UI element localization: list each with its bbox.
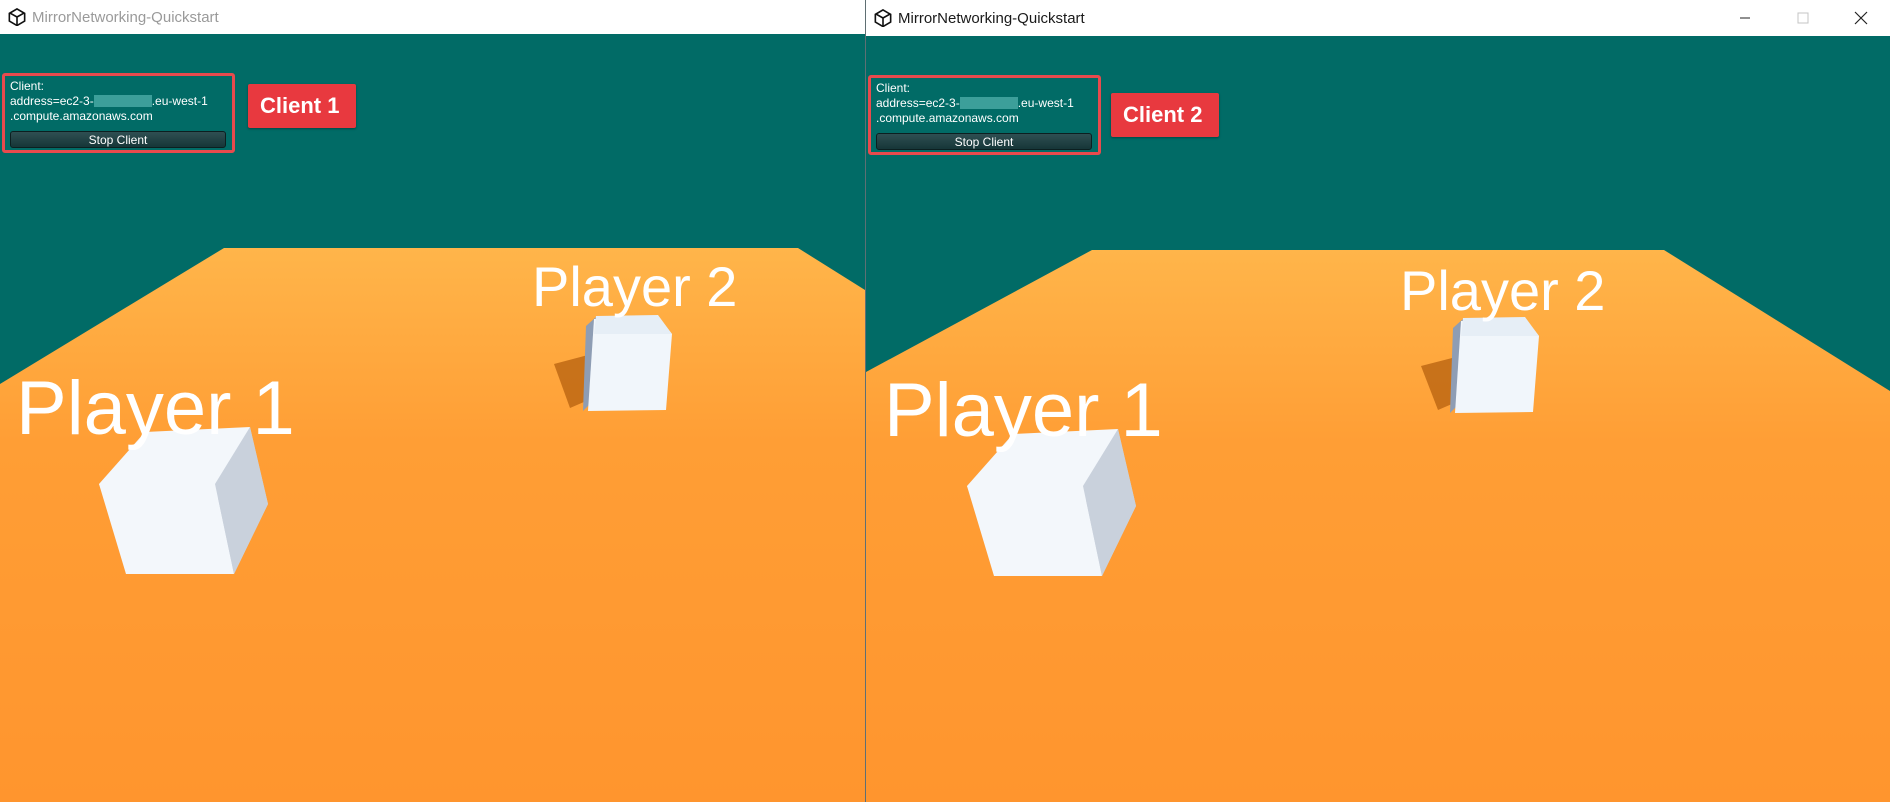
address-line-2: .compute.amazonaws.com xyxy=(876,111,1019,125)
minimize-icon xyxy=(1740,17,1750,19)
title-bar[interactable]: MirrorNetworking-Quickstart xyxy=(0,0,865,34)
unity-icon xyxy=(8,8,26,26)
redacted-address xyxy=(93,95,152,107)
maximize-button[interactable] xyxy=(1774,0,1832,36)
game-viewport[interactable]: Player 2 Player 1 Client: address=ec2-3-… xyxy=(866,36,1890,802)
unity-icon xyxy=(874,9,892,27)
client-label: Client: xyxy=(876,81,911,95)
game-window-client-1: MirrorNetworking-Quickstart Player 2 Pla… xyxy=(0,0,865,802)
client-badge: Client 2 xyxy=(1111,93,1219,137)
window-controls xyxy=(1716,0,1890,36)
client-hud: Client: address=ec2-3- .eu-west-1 .comput… xyxy=(868,75,1101,155)
player-2-label: Player 2 xyxy=(1400,259,1605,322)
client-hud: Client: address=ec2-3- .eu-west-1 .comput… xyxy=(2,73,235,153)
client-label: Client: xyxy=(10,79,45,93)
close-button[interactable] xyxy=(1832,0,1890,36)
address-line-2: .compute.amazonaws.com xyxy=(10,109,153,123)
player-1-label: Player 1 xyxy=(884,368,1163,453)
player-1-label: Player 1 xyxy=(16,366,295,451)
player-2-label: Player 2 xyxy=(532,255,737,318)
window-title: MirrorNetworking-Quickstart xyxy=(32,8,219,26)
address-suffix: .eu-west-1 xyxy=(1017,96,1074,110)
client-badge: Client 1 xyxy=(248,84,356,128)
address-line: address=ec2-3- .eu-west-1 xyxy=(876,96,1098,111)
address-prefix: address=ec2-3- xyxy=(10,94,94,108)
stop-client-button[interactable]: Stop Client xyxy=(10,131,226,148)
close-icon xyxy=(1854,11,1868,25)
game-window-client-2: MirrorNetworking-Quickstart Player 2 Pla… xyxy=(866,0,1890,802)
maximize-icon xyxy=(1797,12,1809,24)
minimize-button[interactable] xyxy=(1716,0,1774,36)
address-suffix: .eu-west-1 xyxy=(151,94,208,108)
title-bar[interactable]: MirrorNetworking-Quickstart xyxy=(866,0,1890,36)
address-prefix: address=ec2-3- xyxy=(876,96,960,110)
window-title: MirrorNetworking-Quickstart xyxy=(898,9,1085,27)
redacted-address xyxy=(959,97,1018,109)
game-viewport[interactable]: Player 2 Player 1 Client: address=ec2-3-… xyxy=(0,34,865,802)
address-line: address=ec2-3- .eu-west-1 xyxy=(10,94,232,109)
stop-client-button[interactable]: Stop Client xyxy=(876,133,1092,150)
